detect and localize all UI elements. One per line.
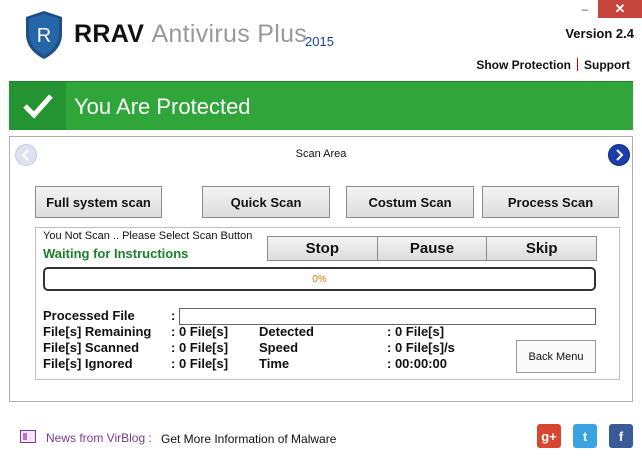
- support-link[interactable]: Support: [584, 58, 630, 72]
- protection-status-text: You Are Protected: [74, 94, 251, 119]
- version-label: Version 2.4: [565, 26, 634, 41]
- footer-bar: News from VirBlog : Get More Information…: [9, 417, 633, 455]
- detected-value: : 0 File[s]: [387, 324, 445, 339]
- progress-percent: 0%: [312, 273, 327, 285]
- google-plus-icon[interactable]: g+: [537, 424, 561, 448]
- files-scanned-value: : 0 File[s]: [171, 340, 229, 355]
- scan-area-title: Scan Area: [295, 148, 347, 160]
- files-remaining-label: File[s] Remaining: [43, 324, 152, 339]
- shield-logo-icon: R: [26, 11, 62, 59]
- show-protection-link[interactable]: Show Protection: [476, 58, 571, 72]
- time-value: : 00:00:00: [387, 356, 447, 371]
- logo-letter: R: [37, 25, 51, 47]
- close-button[interactable]: ✕: [598, 0, 642, 18]
- waiting-status-text: Waiting for Instructions: [43, 246, 189, 261]
- skip-button[interactable]: Skip: [487, 237, 597, 260]
- files-ignored-label: File[s] Ignored: [43, 356, 133, 371]
- news-label: News from VirBlog :: [46, 431, 152, 445]
- processed-file-label: Processed File: [43, 308, 135, 323]
- processed-file-field: [179, 308, 596, 325]
- app-title-main: RRAV: [74, 20, 145, 48]
- twitter-icon[interactable]: t: [573, 424, 597, 448]
- protection-banner: You Are Protected: [9, 81, 633, 130]
- top-links: Show Protection Support: [476, 58, 630, 72]
- quick-scan-button[interactable]: Quick Scan: [202, 186, 330, 218]
- files-remaining-value: : 0 File[s]: [171, 324, 229, 339]
- speed-value: : 0 File[s]/s: [387, 340, 455, 355]
- scan-status-panel: You Not Scan .. Please Select Scan Butto…: [35, 227, 620, 380]
- app-title: RRAV Antivirus Plus: [74, 20, 307, 49]
- news-link[interactable]: Get More Information of Malware: [161, 432, 336, 446]
- files-ignored-value: : 0 File[s]: [171, 356, 229, 371]
- speed-label: Speed: [259, 340, 299, 355]
- time-label: Time: [259, 356, 290, 371]
- app-year: 2015: [305, 34, 334, 49]
- full-system-scan-button[interactable]: Full system scan: [35, 186, 162, 218]
- scan-area-panel: Scan Area Full system scan Quick Scan Co…: [9, 136, 633, 402]
- stop-button[interactable]: Stop: [268, 237, 378, 260]
- detected-label: Detected: [259, 324, 314, 339]
- minimize-button[interactable]: –: [572, 0, 598, 18]
- link-separator: [577, 58, 578, 71]
- files-scanned-label: File[s] Scanned: [43, 340, 140, 355]
- window-controls: – ✕: [572, 0, 642, 18]
- custom-scan-button[interactable]: Costum Scan: [346, 186, 474, 218]
- checkmark-icon: [9, 82, 66, 130]
- facebook-icon[interactable]: f: [609, 424, 633, 448]
- scan-hint-text: You Not Scan .. Please Select Scan Butto…: [43, 230, 253, 242]
- forward-arrow-icon[interactable]: [608, 144, 630, 166]
- app-title-sub: Antivirus Plus: [151, 20, 308, 48]
- process-scan-button[interactable]: Process Scan: [482, 186, 619, 218]
- news-icon: [20, 430, 36, 443]
- processed-file-colon: :: [171, 308, 176, 323]
- pause-button[interactable]: Pause: [377, 237, 488, 260]
- scan-control-group: Stop Pause Skip: [267, 236, 597, 261]
- scan-progress-bar: 0%: [43, 267, 596, 291]
- back-menu-button[interactable]: Back Menu: [516, 340, 596, 373]
